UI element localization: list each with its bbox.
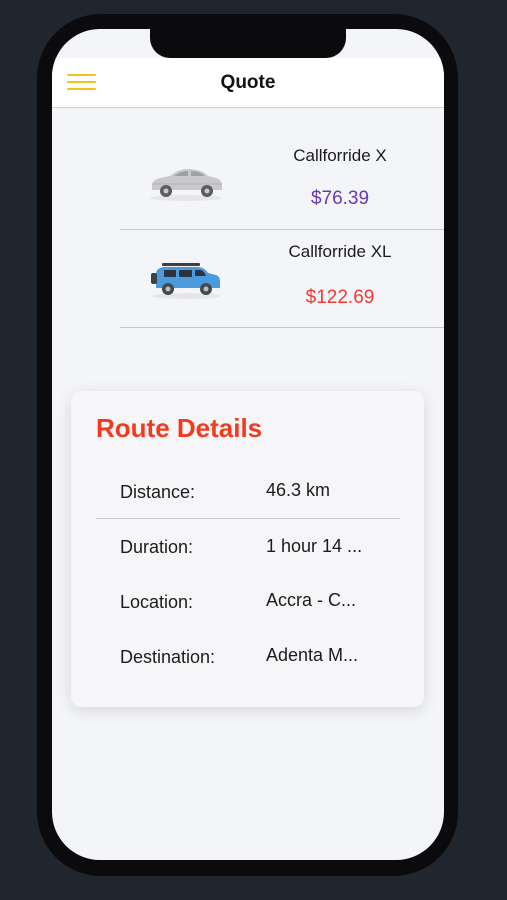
duration-value: 1 hour 14 ... (266, 536, 363, 556)
page-title: Quote (220, 72, 276, 93)
ride-price: $76.39 (310, 188, 370, 209)
phone-notch (150, 29, 346, 58)
app-screen: Quote Callforride X $76.39 Callforride X… (52, 29, 444, 860)
ride-option-xl[interactable]: Callforride XL $122.69 (120, 230, 444, 328)
distance-value: 46.3 km (266, 480, 331, 500)
suv-car-icon (151, 263, 220, 299)
ride-price: $122.69 (305, 287, 375, 308)
ride-option-x[interactable]: Callforride X $76.39 (120, 132, 444, 230)
destination-value: Adenta M... (266, 645, 359, 665)
ride-name: Callforride XL (288, 242, 392, 261)
route-details-card: Route Details Distance: 46.3 km Duration… (71, 391, 424, 707)
location-value: Accra - C... (266, 590, 357, 610)
ride-name: Callforride X (293, 146, 387, 165)
distance-label: Distance: (120, 482, 196, 502)
route-details-title: Route Details (96, 413, 263, 443)
hamburger-icon[interactable] (67, 73, 96, 92)
destination-label: Destination: (120, 647, 216, 667)
navigation-bar: Quote (52, 58, 444, 108)
duration-label: Duration: (120, 537, 194, 557)
sedan-car-icon (150, 169, 222, 201)
location-label: Location: (120, 592, 194, 612)
divider (96, 518, 400, 519)
